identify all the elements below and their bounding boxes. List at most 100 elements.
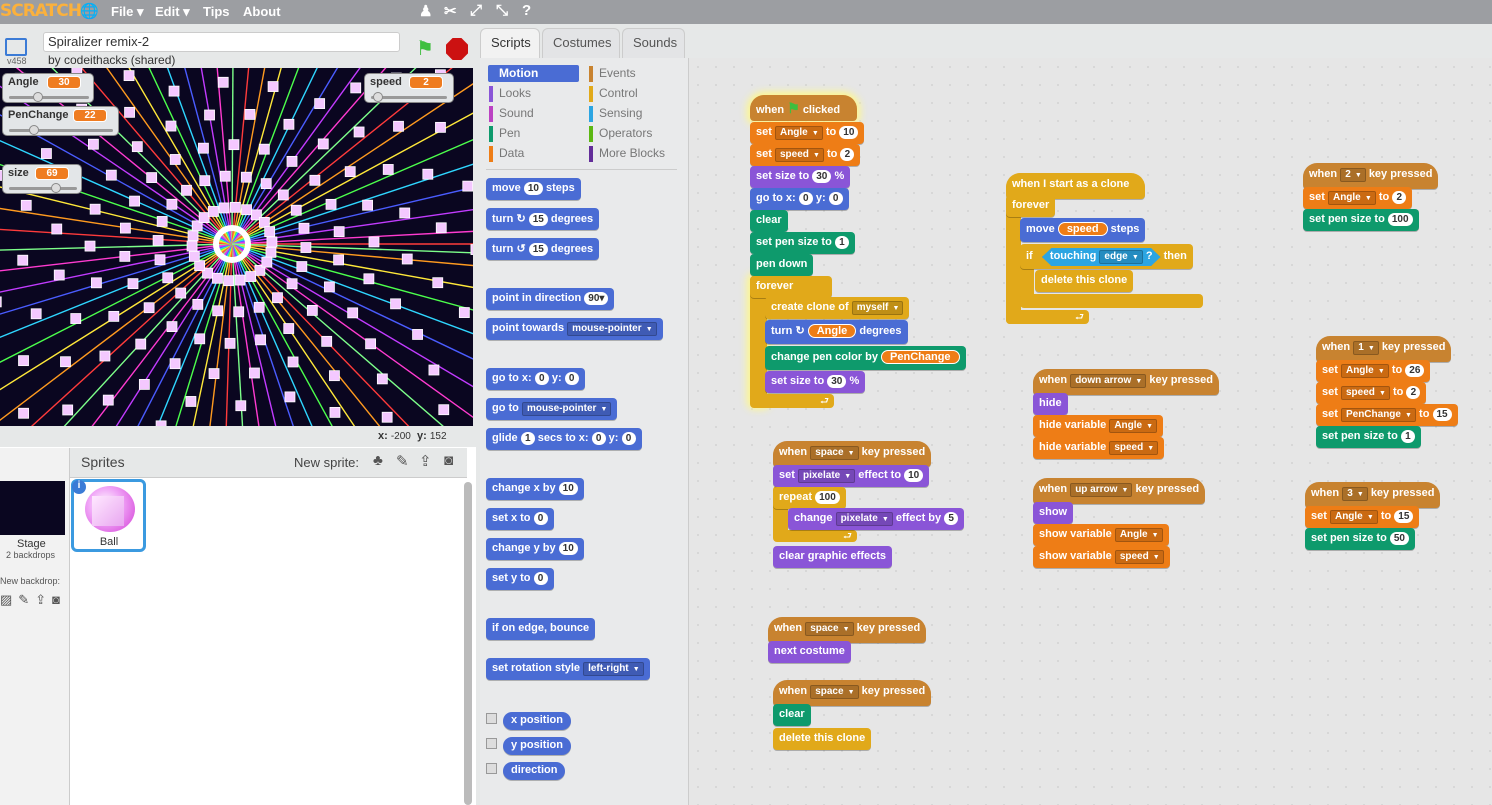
s1-when-flag-clicked[interactable]: when ⚑ clicked: [750, 95, 857, 121]
angle-slider[interactable]: [9, 92, 89, 102]
s1-goto-xy[interactable]: go to x: 0 y: 0: [750, 188, 849, 210]
block-turn-left[interactable]: turn ↺ 15 degrees: [486, 238, 600, 260]
block-goto[interactable]: go to mouse-pointer: [486, 398, 618, 420]
block-bounce[interactable]: if on edge, bounce: [486, 618, 596, 640]
menu-tips[interactable]: Tips: [203, 4, 230, 19]
category-events[interactable]: Events: [589, 66, 636, 82]
s2-delete-clone[interactable]: delete this clone: [1035, 270, 1134, 292]
s2-move[interactable]: move speed steps: [1020, 218, 1146, 242]
scripts-area[interactable]: ⮐ when ⚑ clicked set Angle to 10 set spe…: [689, 58, 1492, 805]
block-goto-xy[interactable]: go to x: 0 y: 0: [486, 368, 585, 390]
s5-when-up-arrow[interactable]: when up arrow key pressed: [1033, 478, 1206, 504]
camera-icon[interactable]: ◙: [444, 452, 453, 469]
category-data[interactable]: Data: [489, 146, 524, 162]
s9-set-angle[interactable]: set Angle to 26: [1316, 360, 1431, 382]
s7-delete-clone[interactable]: delete this clone: [773, 728, 872, 750]
s4-hide-angle[interactable]: hide variable Angle: [1033, 415, 1164, 437]
category-sensing[interactable]: Sensing: [589, 106, 642, 122]
globe-icon[interactable]: 🌐: [80, 2, 99, 20]
speed-slider[interactable]: [371, 92, 447, 102]
tab-sounds[interactable]: Sounds: [622, 28, 685, 58]
s9-set-speed[interactable]: set speed to 2: [1316, 382, 1427, 404]
block-change-x[interactable]: change x by 10: [486, 478, 584, 500]
s5-show-speed[interactable]: show variable speed: [1033, 546, 1170, 568]
s3-change-effect[interactable]: change pixelate effect by 5: [788, 508, 965, 530]
s1-set-angle[interactable]: set Angle to 10: [750, 122, 865, 144]
s6-when-space[interactable]: when space key pressed: [768, 617, 927, 643]
s10-when-3[interactable]: when 3 key pressed: [1305, 482, 1441, 508]
size-slider[interactable]: [9, 183, 77, 193]
s5-show-angle[interactable]: show variable Angle: [1033, 524, 1169, 546]
s10-set-pen-size[interactable]: set pen size to 50: [1305, 528, 1415, 550]
sprite-ball[interactable]: Ball i: [71, 479, 146, 552]
block-move[interactable]: move 10 steps: [486, 178, 581, 200]
project-title-input[interactable]: Spiralizer remix-2: [43, 32, 400, 52]
s1-set-size[interactable]: set size to 30 %: [750, 166, 851, 188]
s1-set-pen-size[interactable]: set pen size to 1: [750, 232, 855, 254]
s1-forever[interactable]: forever: [750, 276, 832, 298]
scratch-logo[interactable]: SCRATCH: [0, 1, 82, 21]
s7-clear[interactable]: clear: [773, 704, 811, 726]
s8-set-pen-size[interactable]: set pen size to 100: [1303, 209, 1419, 231]
s1-clear[interactable]: clear: [750, 210, 788, 232]
s9-set-penchange[interactable]: set PenChange to 15: [1316, 404, 1458, 426]
s3-set-effect[interactable]: set pixelate effect to 10: [773, 465, 930, 487]
tab-costumes[interactable]: Costumes: [542, 28, 620, 58]
s1-pen-down[interactable]: pen down: [750, 254, 814, 276]
help-icon[interactable]: ?: [522, 2, 531, 19]
green-flag-icon[interactable]: ⚑: [416, 36, 434, 61]
s2-if[interactable]: if touching edge ? then: [1020, 244, 1193, 269]
sprite-library-icon[interactable]: ♣: [373, 452, 383, 469]
s9-set-pen-size[interactable]: set pen size to 1: [1316, 426, 1421, 448]
monitor-angle[interactable]: Angle 30: [2, 73, 94, 103]
category-pen[interactable]: Pen: [489, 126, 520, 142]
category-control[interactable]: Control: [589, 86, 638, 102]
reporter-y-position-row[interactable]: y position: [486, 735, 571, 755]
sprites-scrollbar[interactable]: [464, 482, 472, 805]
reporter-x-position-row[interactable]: x position: [486, 710, 571, 730]
monitor-penchange[interactable]: PenChange 22: [2, 106, 119, 136]
info-icon[interactable]: i: [72, 480, 86, 494]
s3-when-space[interactable]: when space key pressed: [773, 441, 932, 467]
s1-change-pen-color[interactable]: change pen color by PenChange: [765, 346, 966, 370]
block-set-y[interactable]: set y to 0: [486, 568, 554, 590]
s1-create-clone[interactable]: create clone of myself: [765, 297, 910, 319]
duplicate-icon[interactable]: ♟: [419, 2, 432, 20]
s5-show[interactable]: show: [1033, 502, 1074, 524]
category-motion[interactable]: Motion: [489, 66, 538, 82]
s1-turn[interactable]: turn ↻ Angle degrees: [765, 320, 908, 344]
block-turn-right[interactable]: turn ↻ 15 degrees: [486, 208, 600, 230]
upload-icon[interactable]: ⇪: [419, 452, 432, 470]
s3-clear-effects[interactable]: clear graphic effects: [773, 546, 892, 568]
block-point-direction[interactable]: point in direction 90▾: [486, 288, 615, 310]
block-glide[interactable]: glide 1 secs to x: 0 y: 0: [486, 428, 642, 450]
s1-set-speed[interactable]: set speed to 2: [750, 144, 861, 166]
s6-next-costume[interactable]: next costume: [768, 641, 851, 663]
paint-brush-icon[interactable]: ✎: [396, 452, 409, 470]
block-rotation-style[interactable]: set rotation style left-right: [486, 658, 650, 680]
cut-icon[interactable]: ✂: [444, 2, 457, 20]
block-point-towards[interactable]: point towards mouse-pointer: [486, 318, 663, 340]
s8-set-angle[interactable]: set Angle to 2: [1303, 187, 1413, 209]
reporter-direction-row[interactable]: direction: [486, 760, 566, 780]
s4-when-down-arrow[interactable]: when down arrow key pressed: [1033, 369, 1219, 395]
category-sound[interactable]: Sound: [489, 106, 534, 122]
shrink-icon[interactable]: ⤡: [496, 2, 508, 19]
backdrop-tools[interactable]: ▨✎⇪◙: [0, 592, 66, 608]
menu-file[interactable]: File ▾: [111, 4, 144, 20]
s3-repeat[interactable]: repeat 100: [773, 487, 846, 509]
monitor-speed[interactable]: speed 2: [364, 73, 454, 103]
s7-when-space[interactable]: when space key pressed: [773, 680, 932, 706]
grow-icon[interactable]: ⤢: [470, 2, 482, 19]
monitor-size[interactable]: size 69: [2, 164, 82, 194]
menu-edit[interactable]: Edit ▾: [155, 4, 190, 20]
category-more-blocks[interactable]: More Blocks: [589, 146, 665, 162]
penchange-slider[interactable]: [9, 125, 113, 135]
s2-forever[interactable]: forever: [1006, 195, 1056, 217]
tab-scripts[interactable]: Scripts: [480, 28, 540, 59]
stage-thumbnail[interactable]: [0, 481, 65, 535]
s1-set-size-2[interactable]: set size to 30 %: [765, 371, 866, 393]
block-set-x[interactable]: set x to 0: [486, 508, 554, 530]
s9-when-1[interactable]: when 1 key pressed: [1316, 336, 1452, 362]
menu-about[interactable]: About: [243, 4, 281, 19]
